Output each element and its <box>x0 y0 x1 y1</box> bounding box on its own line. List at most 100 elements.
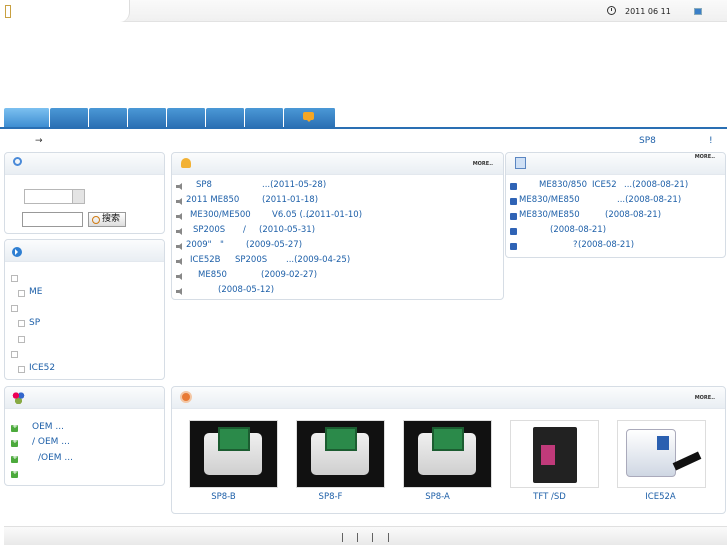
category-item[interactable]: ICE52 <box>29 363 55 373</box>
speaker-icon <box>176 198 183 205</box>
category-item[interactable]: SP <box>29 318 40 328</box>
plus-icon <box>11 453 18 463</box>
people-icon <box>12 391 25 404</box>
tft-screen <box>541 445 555 465</box>
news-item-title[interactable]: 2009" <box>186 240 212 250</box>
bell-icon <box>181 158 191 168</box>
news-item-title[interactable]: ICE52B <box>190 255 220 265</box>
category-bullet <box>18 320 25 327</box>
download-item-title[interactable]: ME830/850 <box>539 180 587 190</box>
news-panel-header: MORE.. <box>172 153 503 175</box>
news-item-title[interactable]: ME850 <box>198 270 227 280</box>
partner-item[interactable]: / OEM ... <box>32 437 70 447</box>
news-item-date: (2010-05-31) <box>259 225 316 235</box>
download-item-mid[interactable]: ICE52 <box>592 180 617 190</box>
chevron-down-icon[interactable] <box>72 190 84 203</box>
document-icon <box>515 157 526 169</box>
partners-panel <box>4 386 165 486</box>
search-button[interactable]: 搜索 <box>88 212 126 227</box>
nav-tab-7[interactable] <box>245 108 284 128</box>
news-more-link[interactable]: MORE.. <box>473 161 493 167</box>
nav-tab-3[interactable] <box>89 108 128 128</box>
programmer-device-image <box>311 427 369 475</box>
ice52-label <box>657 436 669 450</box>
news-item-date: (2009-02-27) <box>261 270 318 280</box>
tft-board-image <box>533 427 577 483</box>
product-label[interactable]: SP8-A <box>393 492 482 502</box>
download-item-date: (2008-08-21) <box>578 240 635 250</box>
announcement-text[interactable]: SP8 <box>639 136 656 146</box>
category-bullet <box>11 351 18 358</box>
speaker-icon <box>176 258 183 265</box>
arrow-circle-icon <box>12 247 22 257</box>
footer-separator: | <box>371 533 375 543</box>
search-panel-header <box>5 153 164 175</box>
products-more-link[interactable]: MORE.. <box>695 395 715 401</box>
category-bullet <box>18 366 25 373</box>
news-item-title[interactable]: 2011 ME850 <box>186 195 239 205</box>
news-item-date: (2008-05-12) <box>218 285 275 295</box>
speaker-icon <box>176 213 183 220</box>
product-label[interactable]: TFT /SD <box>505 492 594 502</box>
product-image[interactable] <box>189 420 278 488</box>
search-icon <box>13 157 22 166</box>
downloads-panel-header: MORE.. <box>506 153 725 175</box>
search-input[interactable] <box>22 212 83 227</box>
nav-tab-4[interactable] <box>128 108 167 128</box>
news-item-title[interactable]: SP8 <box>196 180 212 190</box>
footer-separator: | <box>387 533 391 543</box>
clock-icon <box>607 6 616 15</box>
category-item[interactable]: ME <box>29 287 42 297</box>
main-navigation <box>4 108 336 128</box>
products-panel-header: MORE.. <box>172 387 725 409</box>
download-item-title[interactable]: ME830/ME850 <box>519 210 580 220</box>
news-item-date: (2011-01-10) <box>306 210 363 220</box>
top-bar: 2011 06 11 <box>0 0 727 22</box>
product-image[interactable] <box>617 420 706 488</box>
language-flag-icon[interactable] <box>694 8 702 15</box>
product-image[interactable] <box>403 420 492 488</box>
download-bullet-icon <box>510 198 517 205</box>
news-item-title[interactable]: SP200S <box>193 225 225 235</box>
download-item-title[interactable]: ? <box>573 240 578 250</box>
speaker-icon <box>176 228 183 235</box>
product-label[interactable]: SP8-F <box>286 492 375 502</box>
product-label[interactable]: ICE52A <box>616 492 705 502</box>
speaker-icon <box>176 243 183 250</box>
news-item-date: ...(2011-05-28) <box>262 180 327 190</box>
news-item-mid[interactable]: " <box>220 240 224 250</box>
downloads-more-link[interactable]: MORE.. <box>695 154 715 160</box>
news-item-mid[interactable]: / <box>243 225 246 235</box>
nav-tab-message[interactable] <box>284 108 336 128</box>
cable-image <box>672 451 702 471</box>
categories-panel <box>4 239 165 380</box>
product-image[interactable] <box>510 420 599 488</box>
news-item-title[interactable]: ME300/ME500 <box>190 210 251 220</box>
news-item-mid[interactable]: SP200S <box>235 255 267 265</box>
category-bullet <box>18 336 25 343</box>
category-bullet <box>18 290 25 297</box>
nav-tab-2[interactable] <box>50 108 89 128</box>
nav-divider <box>0 127 727 129</box>
nav-tab-6[interactable] <box>206 108 245 128</box>
current-date: 2011 06 11 <box>625 7 671 16</box>
partner-item[interactable]: OEM ... <box>32 422 64 432</box>
partners-panel-header <box>5 387 164 409</box>
news-item-date: (2009-05-27) <box>246 240 303 250</box>
download-bullet-icon <box>510 183 517 190</box>
download-item-title[interactable]: ME830/ME850 <box>519 195 580 205</box>
partner-item[interactable]: /OEM ... <box>38 453 73 463</box>
breadcrumb-arrow: → <box>35 136 43 146</box>
ice52-device-image <box>626 429 676 477</box>
camera-icon <box>180 391 192 403</box>
category-select[interactable] <box>24 189 85 204</box>
nav-tab-home[interactable] <box>4 108 50 128</box>
product-image[interactable] <box>296 420 385 488</box>
speaker-icon <box>176 273 183 280</box>
nav-tab-5[interactable] <box>167 108 206 128</box>
plus-icon <box>11 437 18 447</box>
download-bullet-icon <box>510 243 517 250</box>
download-item-date: ...(2008-08-21) <box>617 195 682 205</box>
product-label[interactable]: SP8-B <box>179 492 268 502</box>
announcement-suffix: ! <box>709 136 713 146</box>
